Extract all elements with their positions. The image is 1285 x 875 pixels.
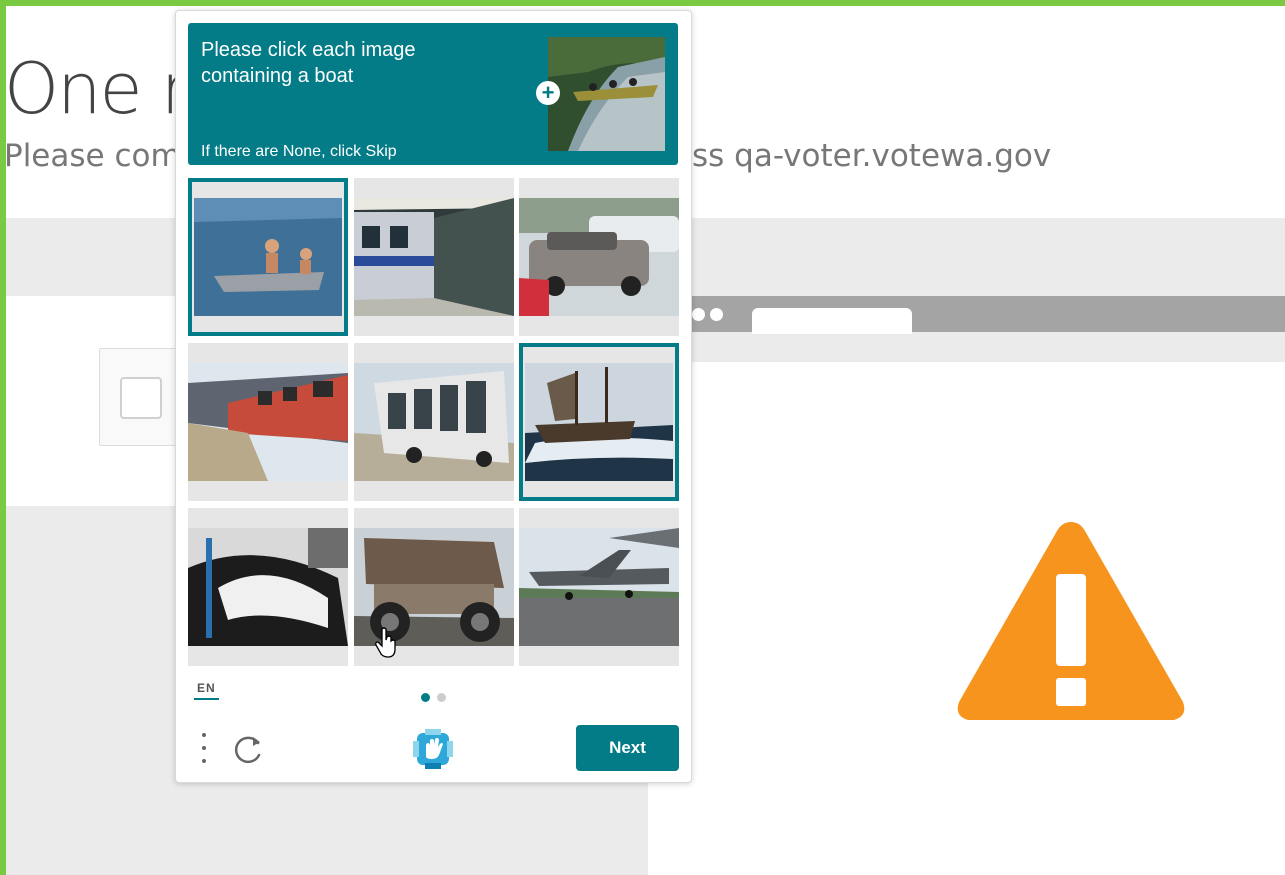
browser-dot-icon bbox=[710, 308, 723, 321]
challenge-prompt: Please click each image containing a boa… bbox=[201, 39, 416, 87]
page-indicator-active bbox=[421, 693, 430, 702]
image-tile-children-in-boat[interactable] bbox=[188, 178, 348, 336]
captcha-checkbox[interactable] bbox=[120, 377, 162, 419]
browser-tab-shape bbox=[752, 308, 912, 334]
captcha-checkbox-container bbox=[99, 348, 181, 446]
challenge-header: Please click each image containing a boa… bbox=[188, 23, 678, 165]
more-options-icon[interactable] bbox=[198, 731, 210, 767]
expand-example-icon[interactable]: + bbox=[536, 81, 560, 105]
warning-icon bbox=[954, 516, 1188, 726]
page-subtitle-left: Please com bbox=[4, 138, 181, 174]
skip-hint: If there are None, click Skip bbox=[201, 143, 397, 160]
image-tile-train-in-station[interactable] bbox=[354, 178, 514, 336]
browser-illustration bbox=[692, 296, 1285, 334]
hcaptcha-logo-icon bbox=[411, 727, 455, 771]
window-border-top bbox=[0, 0, 1285, 6]
example-image[interactable] bbox=[548, 37, 665, 151]
hcaptcha-challenge-panel: Please click each image containing a boa… bbox=[175, 10, 692, 783]
image-tile-bus[interactable] bbox=[354, 343, 514, 501]
image-tile-sailing-ship[interactable] bbox=[519, 343, 679, 501]
image-tile-parked-cars[interactable] bbox=[519, 178, 679, 336]
refresh-icon[interactable] bbox=[232, 729, 266, 767]
image-tile-train-at-platform[interactable] bbox=[188, 343, 348, 501]
image-tile-airplane[interactable] bbox=[519, 508, 679, 666]
page-title: One r bbox=[4, 48, 190, 130]
page-subtitle-right: ss qa-voter.votewa.gov bbox=[692, 138, 1052, 174]
hand-cursor-icon bbox=[375, 627, 397, 659]
next-button[interactable]: Next bbox=[576, 725, 679, 771]
image-tile-car-interior[interactable] bbox=[188, 508, 348, 666]
browser-dot-icon bbox=[692, 308, 705, 321]
page-indicator bbox=[437, 693, 446, 702]
language-selector[interactable]: EN bbox=[194, 681, 219, 700]
